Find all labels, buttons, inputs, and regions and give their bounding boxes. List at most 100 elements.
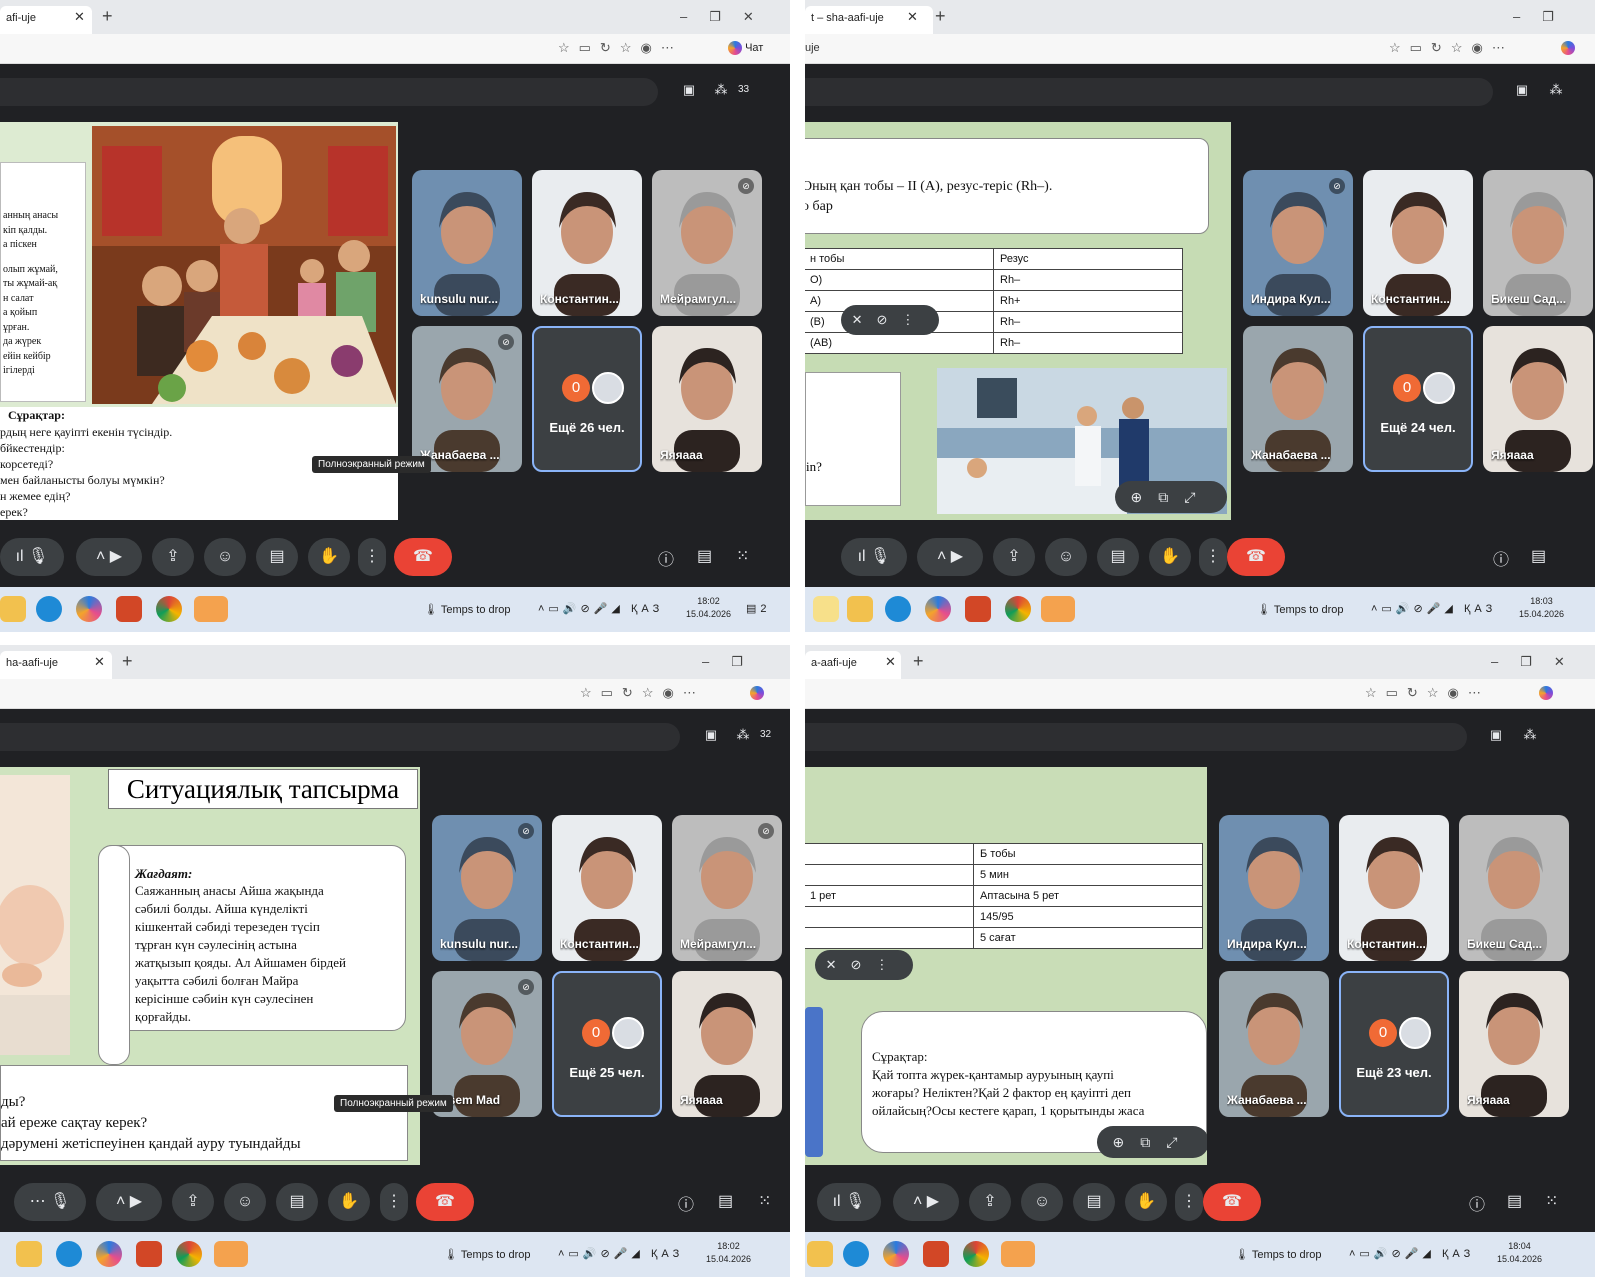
apps-icon[interactable]: ⁙ <box>1545 1191 1558 1211</box>
participant-tile[interactable]: Индира Кул... <box>1219 815 1329 961</box>
present-button[interactable]: ⇪ <box>152 538 194 576</box>
file-explorer-icon[interactable] <box>16 1241 42 1267</box>
raise-hand-button[interactable]: ✋ <box>328 1183 370 1221</box>
audio-level-mic-button[interactable]: ıl 🎙 <box>0 538 64 576</box>
info-icon[interactable]: ⓘ <box>1469 1191 1485 1215</box>
participant-tile[interactable]: Константин... <box>1339 815 1449 961</box>
file-explorer-icon[interactable] <box>847 596 873 622</box>
powerpoint-icon[interactable] <box>923 1241 949 1267</box>
weather-widget[interactable]: 🌡 Temps to drop <box>444 1248 531 1261</box>
copilot-taskbar-icon[interactable] <box>76 596 102 622</box>
copilot-chat-button[interactable] <box>1561 41 1575 55</box>
raise-hand-button[interactable]: ✋ <box>1125 1183 1167 1221</box>
new-tab-icon[interactable]: + <box>102 6 113 27</box>
system-tray[interactable]: ˄▭🔊⊘🎤◢ ҚАЗ <box>1349 1247 1474 1260</box>
toolbar-icons[interactable]: ☆▭↻☆◉⋯ <box>558 40 683 56</box>
chrome-icon[interactable] <box>963 1241 989 1267</box>
close-tab-icon[interactable]: ✕ <box>74 9 85 25</box>
apps-icon[interactable]: ⁙ <box>758 1191 771 1211</box>
new-tab-icon[interactable]: + <box>935 6 946 27</box>
slide-zoom-controls[interactable]: ⊕⧉⤢ <box>1097 1126 1207 1158</box>
captions-button[interactable]: ▤ <box>276 1183 318 1221</box>
close-tab-icon[interactable]: ✕ <box>885 654 896 670</box>
info-icon[interactable]: ⓘ <box>658 546 674 570</box>
copilot-chat-button[interactable] <box>1539 686 1553 700</box>
widget-icon[interactable] <box>813 596 839 622</box>
participant-tile[interactable]: Яяяааа <box>672 971 782 1117</box>
new-tab-icon[interactable]: + <box>913 651 924 672</box>
powerpoint-icon[interactable] <box>965 596 991 622</box>
participant-tile[interactable]: Жанабаева ... <box>1243 326 1353 472</box>
address-bar[interactable]: uje ☆▭↻☆◉⋯ <box>805 34 1595 64</box>
chrome-icon[interactable] <box>176 1241 202 1267</box>
pin-controls[interactable]: ✕⊘⋮ <box>841 305 939 335</box>
end-call-button[interactable]: ☎ <box>416 1183 474 1221</box>
participant-tile[interactable]: kunsulu nur... <box>412 170 522 316</box>
people-icon[interactable]: ⁂ <box>732 727 754 747</box>
close-tab-icon[interactable]: ✕ <box>94 654 105 670</box>
more-participants-tile[interactable]: 0 Ещё 24 чел. <box>1363 326 1473 472</box>
address-bar[interactable]: ☆▭↻☆◉⋯ <box>805 679 1595 709</box>
edge-icon[interactable] <box>885 596 911 622</box>
weather-widget[interactable]: 🌡 Temps to drop <box>1235 1248 1322 1261</box>
layout-icon[interactable]: ▣ <box>1511 82 1533 102</box>
chat-icon[interactable]: ▤ <box>1531 546 1546 566</box>
copilot-chat-button[interactable]: Чат <box>728 41 763 55</box>
participant-tile[interactable]: Константин... <box>532 170 642 316</box>
layout-icon[interactable]: ▣ <box>678 82 700 102</box>
participant-tile[interactable]: Яяяааа <box>1483 326 1593 472</box>
participant-tile[interactable]: Константин... <box>552 815 662 961</box>
chat-icon[interactable]: ▤ <box>1507 1191 1522 1211</box>
chrome-icon[interactable] <box>156 596 182 622</box>
more-options-button[interactable]: ⋮ <box>1175 1183 1203 1221</box>
new-tab-icon[interactable]: + <box>122 651 133 672</box>
captions-button[interactable]: ▤ <box>256 538 298 576</box>
audio-level-mic-button[interactable]: ıl 🎙 <box>841 538 907 576</box>
window-controls[interactable]: –❐ <box>1513 9 1576 25</box>
edge-icon[interactable] <box>36 596 62 622</box>
chrome-icon[interactable] <box>1005 596 1031 622</box>
camera-button[interactable]: ˄ ▶ <box>76 538 142 576</box>
apps-icon[interactable]: ⁙ <box>736 546 749 566</box>
more-options-button[interactable]: ⋮ <box>1199 538 1227 576</box>
participant-tile[interactable]: Яяяааа <box>652 326 762 472</box>
address-bar[interactable]: ☆▭↻☆◉⋯ Чат <box>0 34 790 64</box>
file-explorer-icon[interactable] <box>807 1241 833 1267</box>
people-icon[interactable]: ⁂ <box>1519 727 1541 747</box>
layout-icon[interactable]: ▣ <box>1485 727 1507 747</box>
chat-icon[interactable]: ▤ <box>697 546 712 566</box>
edge-icon[interactable] <box>56 1241 82 1267</box>
participant-tile[interactable]: Мейрамгул... ⊘ <box>672 815 782 961</box>
camera-button[interactable]: ˄ ▶ <box>893 1183 959 1221</box>
window-controls[interactable]: –❐✕ <box>680 9 776 25</box>
info-icon[interactable]: ⓘ <box>1493 546 1509 570</box>
system-tray[interactable]: ˄▭🔊⊘🎤◢ ҚАЗ <box>1371 602 1496 615</box>
system-tray[interactable]: ˄▭🔊⊘🎤◢ ҚАЗ <box>538 602 663 615</box>
end-call-button[interactable]: ☎ <box>394 538 452 576</box>
present-button[interactable]: ⇪ <box>172 1183 214 1221</box>
telegram-icon[interactable] <box>194 596 228 622</box>
audio-level-mic-button[interactable]: ⋯ 🎙 <box>14 1183 86 1221</box>
emoji-button[interactable]: ☺ <box>1045 538 1087 576</box>
raise-hand-button[interactable]: ✋ <box>308 538 350 576</box>
end-call-button[interactable]: ☎ <box>1203 1183 1261 1221</box>
emoji-button[interactable]: ☺ <box>224 1183 266 1221</box>
camera-button[interactable]: ˄ ▶ <box>917 538 983 576</box>
telegram-icon[interactable] <box>214 1241 248 1267</box>
participant-tile[interactable]: Индира Кул... ⊘ <box>1243 170 1353 316</box>
more-options-button[interactable]: ⋮ <box>358 538 386 576</box>
clock[interactable]: 18:03 15.04.2026 <box>1519 595 1564 621</box>
more-options-button[interactable]: ⋮ <box>380 1183 408 1221</box>
present-button[interactable]: ⇪ <box>993 538 1035 576</box>
close-tab-icon[interactable]: ✕ <box>907 9 918 25</box>
copilot-taskbar-icon[interactable] <box>96 1241 122 1267</box>
participant-tile[interactable]: kunsulu nur... ⊘ <box>432 815 542 961</box>
end-call-button[interactable]: ☎ <box>1227 538 1285 576</box>
people-icon[interactable]: ⁂ <box>1545 82 1567 102</box>
window-controls[interactable]: –❐ <box>702 654 765 670</box>
emoji-button[interactable]: ☺ <box>1021 1183 1063 1221</box>
toolbar-icons[interactable]: ☆▭↻☆◉⋯ <box>1365 685 1490 701</box>
captions-button[interactable]: ▤ <box>1097 538 1139 576</box>
edge-icon[interactable] <box>843 1241 869 1267</box>
copilot-chat-button[interactable] <box>750 686 764 700</box>
